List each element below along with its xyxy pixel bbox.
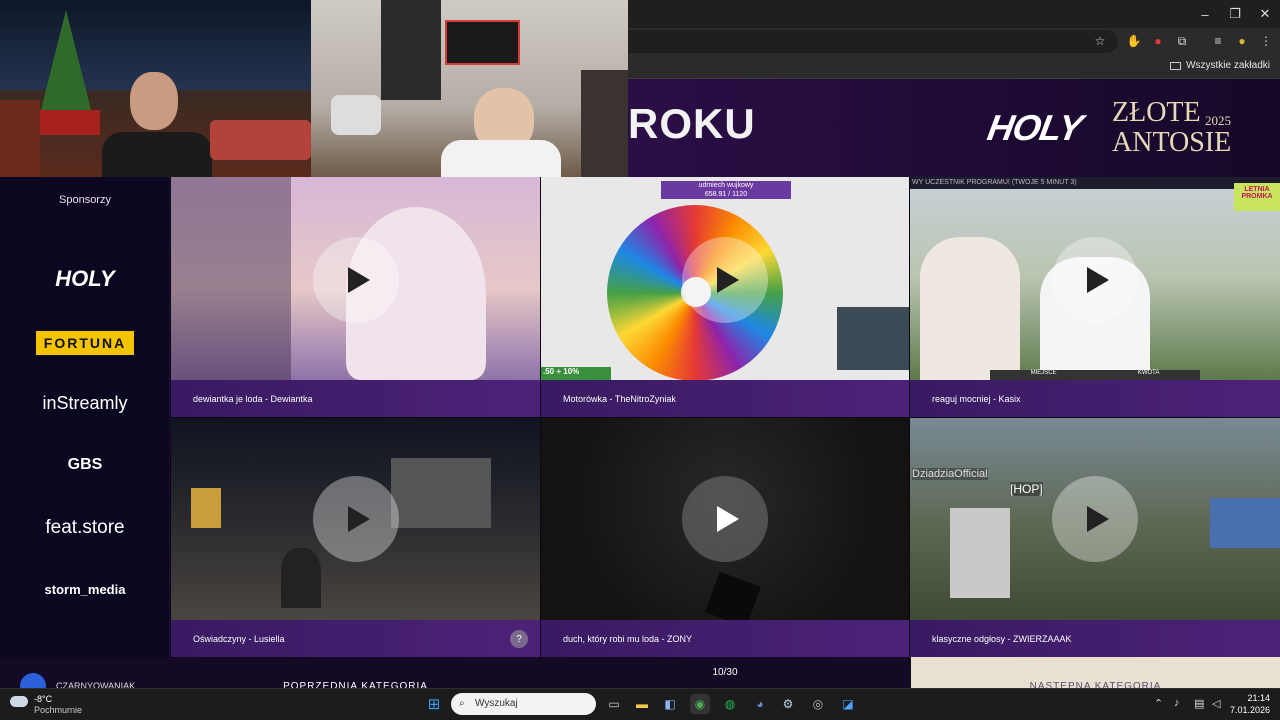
puzzle-icon[interactable]: ⧉: [1174, 33, 1190, 49]
bookmark-star-icon[interactable]: ☆: [1092, 33, 1108, 49]
bookmarks-bar: Wszystkie zakładki: [628, 55, 1280, 79]
play-button[interactable]: [1052, 237, 1138, 323]
app-icon[interactable]: ◪: [838, 694, 858, 714]
clock-date: 7.01.2026: [1230, 705, 1271, 715]
chrome-icon[interactable]: ◉: [690, 694, 710, 714]
kasix-banner: WY UCZESTNIK PROGRAMU! (TWOJE 5 MINUT 3): [910, 177, 1280, 189]
clip-caption: Motorówka - TheNitroZyniak: [541, 380, 909, 417]
holy-logo: HOLY: [984, 107, 1086, 148]
extension-icon[interactable]: ✋: [1126, 33, 1142, 49]
clip-caption: dewiantka je loda - Dewiantka: [171, 380, 540, 417]
wheel-bonus: .50 + 10%: [541, 367, 611, 380]
menu-kebab-icon[interactable]: ⋮: [1258, 33, 1274, 49]
all-bookmarks[interactable]: Wszystkie zakładki: [1170, 60, 1270, 71]
volume-icon[interactable]: ◁: [1212, 697, 1220, 710]
taskbar-clock[interactable]: 21:14 7.01.2026: [1230, 692, 1270, 716]
webcam-left: [0, 0, 311, 177]
clock-time: 21:14: [1247, 693, 1270, 703]
spotify-icon[interactable]: ◍: [720, 694, 740, 714]
record-icon[interactable]: ●: [1150, 33, 1166, 49]
clip-tile-2[interactable]: udmiech wujkowy 658.91 / 1120 .50 + 10% …: [541, 177, 909, 417]
clip-tile-3[interactable]: WY UCZESTNIK PROGRAMU! (TWOJE 5 MINUT 3)…: [910, 177, 1280, 417]
file-explorer-icon[interactable]: ▬: [632, 694, 652, 714]
cloud-icon: [10, 696, 28, 707]
microphone-icon[interactable]: ♪: [1174, 697, 1180, 709]
clip-tile-1[interactable]: dewiantka je loda - Dewiantka: [171, 177, 540, 417]
sponsor-instreamly[interactable]: inStreamly: [0, 393, 170, 414]
weather-temp: -8°C: [34, 694, 53, 704]
play-button[interactable]: [313, 476, 399, 562]
wheel-header: udmiech wujkowy: [698, 182, 754, 189]
play-icon: [1087, 267, 1109, 293]
restore-button[interactable]: ❐: [1218, 0, 1252, 28]
sponsor-holy[interactable]: HOLY: [0, 266, 170, 292]
taskbar-search[interactable]: ⌕ Wyszukaj: [451, 693, 596, 715]
play-button[interactable]: [313, 237, 399, 323]
play-icon: [348, 506, 370, 532]
kasix-right-label: KWOTA: [1137, 370, 1160, 376]
weather-condition: Pochmurnie: [34, 705, 83, 715]
obs-icon[interactable]: ◎: [808, 694, 828, 714]
sponsors-sidebar: [0, 177, 170, 688]
sponsors-title: Sponsorzy: [59, 194, 111, 206]
play-icon: [717, 267, 739, 293]
store-icon[interactable]: ◧: [660, 694, 680, 714]
search-placeholder: Wyszukaj: [475, 698, 518, 709]
kasix-promo: LETNIA PROMKA: [1234, 183, 1280, 211]
media-control-icon[interactable]: ≡: [1210, 33, 1226, 49]
play-icon: [348, 267, 370, 293]
banner-year: 2025: [1205, 113, 1231, 128]
start-windows-icon[interactable]: ⊞: [424, 694, 444, 714]
play-icon: [717, 506, 739, 532]
user-row: CZARNYOWANIAK: [0, 657, 170, 699]
mc-player-tag: [HOP]: [1010, 482, 1043, 496]
clip-caption: duch, który robi mu loda - ZONY: [541, 620, 909, 657]
clip-tile-5[interactable]: duch, który robi mu loda - ZONY: [541, 418, 909, 657]
clip-caption: klasyczne odgłosy - ZWIERZAAAK: [910, 620, 1280, 657]
search-icon: ⌕: [459, 698, 465, 709]
play-button[interactable]: [682, 476, 768, 562]
wheel-counter: 658.91 / 1120: [704, 191, 748, 198]
sponsor-fortuna[interactable]: FORTUNA: [36, 331, 134, 355]
sponsor-gbs[interactable]: GBS: [0, 456, 170, 474]
task-view-icon[interactable]: ▭: [604, 694, 624, 714]
clip-tile-6[interactable]: DziadziaOfficial [HOP] klasyczne odgłosy…: [910, 418, 1280, 657]
profile-avatar[interactable]: ●: [1234, 33, 1250, 49]
play-button[interactable]: [1052, 476, 1138, 562]
tray-chevron-icon[interactable]: ⌃: [1154, 697, 1163, 710]
zlote-line2: ANTOSIE: [1112, 127, 1232, 158]
weather-widget[interactable]: -8°C Pochmurnie: [10, 692, 90, 718]
webcam-right: [311, 0, 628, 177]
help-icon[interactable]: ?: [510, 630, 528, 648]
close-button[interactable]: ✕: [1248, 0, 1280, 28]
all-bookmarks-label: Wszystkie zakładki: [1186, 60, 1270, 71]
previous-category-button[interactable]: POPRZEDNIA KATEGORIA: [171, 657, 540, 688]
play-icon: [1087, 506, 1109, 532]
network-icon[interactable]: ▤: [1194, 697, 1204, 710]
browser-titlebar: [628, 0, 1280, 28]
clip-caption: reaguj mocniej - Kasix: [910, 380, 1280, 417]
clip-tile-4[interactable]: Oświadczyny - Lusiella ?: [171, 418, 540, 657]
folder-icon: [1170, 61, 1182, 70]
page-counter: 10/30: [712, 667, 738, 678]
next-category-button[interactable]: NASTĘPNA KATEGORIA: [911, 657, 1280, 688]
minimize-button[interactable]: –: [1188, 0, 1222, 28]
mc-player-name: DziadziaOfficial: [912, 468, 988, 480]
steam-icon[interactable]: ⚙: [778, 694, 798, 714]
address-bar[interactable]: [628, 30, 1118, 53]
clip-caption: Oświadczyny - Lusiella: [171, 620, 540, 657]
discord-icon[interactable]: ◕: [750, 694, 770, 714]
sponsor-featstore[interactable]: feat.store: [0, 517, 170, 539]
sponsor-stormmedia[interactable]: storm_media: [0, 582, 170, 597]
play-button[interactable]: [682, 237, 768, 323]
category-title: ROKU: [628, 100, 756, 147]
kasix-left-label: MIEJSCE: [1030, 370, 1057, 376]
